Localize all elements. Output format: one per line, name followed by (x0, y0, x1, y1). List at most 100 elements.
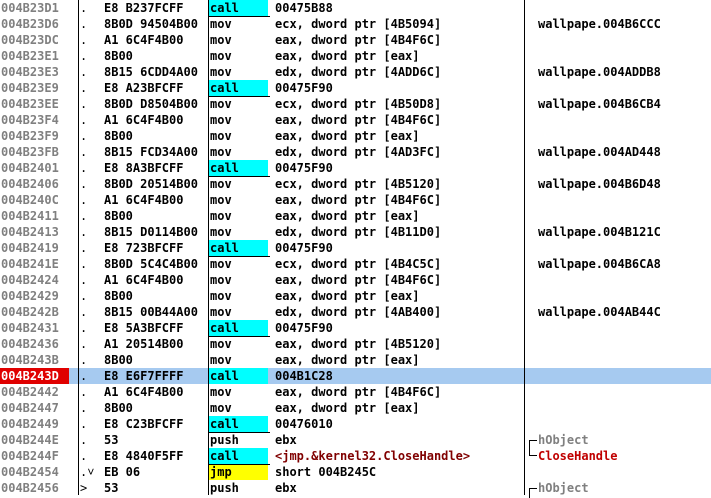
address-cell: 004B2447 (1, 401, 59, 415)
comment-cell: wallpape.004AD448 (538, 145, 661, 159)
instruction-row[interactable]: 004B241E. 8B0D 5C4C4B00 mov ecx, dword ptr … (0, 256, 711, 272)
operands-cell: ecx, dword ptr [4B5120] (275, 177, 442, 191)
operands-cell: eax, dword ptr [eax] (275, 289, 420, 303)
mnemonic-cell: call (209, 368, 268, 384)
address-cell: 004B2442 (1, 385, 59, 399)
mnemonic-cell: call (209, 416, 268, 432)
comment-cell (538, 32, 708, 48)
instruction-row[interactable]: 004B23DC. A1 6C4F4B00 mov eax, dword ptr [4… (0, 32, 711, 48)
instruction-row[interactable]: 004B2431. E8 5A3BFCFF call 00475F90 (0, 320, 711, 336)
instruction-row[interactable]: 004B2436. A1 20514B00 mov eax, dword ptr [4… (0, 336, 711, 352)
hex-dump-cell: E8 A23BFCFF (104, 81, 184, 95)
address-cell: 004B243B (1, 353, 59, 367)
mnemonic-cell: mov (210, 337, 232, 351)
instruction-row[interactable]: 004B23D6. 8B0D 94504B00 mov ecx, dword ptr … (0, 16, 711, 32)
operands-cell: eax, dword ptr [4B4F6C] (275, 273, 442, 287)
call-separator (208, 256, 270, 257)
hex-dump-cell: E8 723BFCFF (104, 241, 184, 255)
mnemonic-cell: call (209, 80, 268, 96)
disassembly-pane[interactable]: 004B23D1. E8 B237FCFF call 00475B88 004B23D6… (0, 0, 711, 498)
instruction-row[interactable]: 004B2449. E8 C23BFCFF call 00476010 (0, 416, 711, 432)
call-separator (208, 432, 270, 433)
comment-cell: wallpape.004B6CCC (538, 17, 661, 31)
operands-cell: 00475F90 (275, 161, 333, 175)
instruction-row[interactable]: 004B244F. E8 4840F5FF call <jmp.&kernel32.C… (0, 448, 711, 464)
hex-dump-cell: E8 5A3BFCFF (104, 321, 184, 335)
mnemonic-cell: mov (210, 145, 232, 159)
instruction-row[interactable]: 004B2419. E8 723BFCFF call 00475F90 (0, 240, 711, 256)
instruction-row[interactable]: 004B23E3. 8B15 6CDD4A00 mov edx, dword ptr … (0, 64, 711, 80)
instruction-row[interactable]: 004B23EE. 8B0D D8504B00 mov ecx, dword ptr … (0, 96, 711, 112)
operands-cell: eax, dword ptr [4B4F6C] (275, 385, 442, 399)
address-cell: 004B2429 (1, 289, 59, 303)
operands-cell: eax, dword ptr [4B4F6C] (275, 113, 442, 127)
hex-dump-cell: 8B15 D0114B00 (104, 225, 198, 239)
comment-cell (538, 288, 708, 304)
instruction-row[interactable]: 004B2429. 8B00 mov eax, dword ptr [eax] (0, 288, 711, 304)
comment-cell (538, 48, 708, 64)
instruction-row[interactable]: 004B2413. 8B15 D0114B00 mov edx, dword ptr … (0, 224, 711, 240)
argument-bracket-top (529, 488, 537, 498)
mnemonic-cell: push (210, 433, 239, 447)
hex-dump-cell: 8B0D 20514B00 (104, 177, 198, 191)
instruction-row[interactable]: 004B243B. 8B00 mov eax, dword ptr [eax] (0, 352, 711, 368)
operands-cell: edx, dword ptr [4AB400] (275, 305, 442, 319)
mnemonic-cell: mov (210, 289, 232, 303)
jump-marker: . (80, 353, 88, 367)
hex-dump-cell: 8B0D D8504B00 (104, 97, 198, 111)
jump-marker: . (80, 65, 88, 79)
argument-bracket-bottom (529, 448, 537, 456)
hex-dump-cell: 53 (104, 481, 119, 495)
jump-marker: > (80, 481, 88, 495)
jump-marker: . (80, 177, 88, 191)
address-cell: 004B2406 (1, 177, 59, 191)
mnemonic-cell: mov (210, 17, 232, 31)
address-column-divider[interactable] (78, 0, 79, 495)
mnemonic-cell: mov (210, 97, 232, 111)
instruction-row[interactable]: 004B23F9. 8B00 mov eax, dword ptr [eax] (0, 128, 711, 144)
hex-column-divider[interactable] (208, 0, 209, 495)
mnemonic-cell: mov (210, 177, 232, 191)
hex-dump-cell: 8B15 FCD34A00 (104, 145, 198, 159)
instruction-row[interactable]: 004B244E. 53 push ebx hObject (0, 432, 711, 448)
comment-cell (538, 272, 708, 288)
operands-cell: ecx, dword ptr [4B4C5C] (275, 257, 442, 271)
mnemonic-cell: push (210, 481, 239, 495)
instruction-row[interactable]: 004B2447. 8B00 mov eax, dword ptr [eax] (0, 400, 711, 416)
comment-cell: wallpape.004B6CA8 (538, 257, 661, 271)
instruction-row[interactable]: 004B2401. E8 8A3BFCFF call 00475F90 (0, 160, 711, 176)
comment-cell (538, 352, 708, 368)
instruction-row[interactable]: 004B2411. 8B00 mov eax, dword ptr [eax] (0, 208, 711, 224)
operands-cell: 00476010 (275, 417, 333, 431)
instruction-row[interactable]: 004B23E9. E8 A23BFCFF call 00475F90 (0, 80, 711, 96)
jump-marker: . (80, 273, 88, 287)
instruction-row[interactable]: 004B2456 >53 push ebx hObject (0, 480, 711, 496)
hex-dump-cell: E8 4840F5FF (104, 449, 184, 463)
mnemonic-cell: mov (210, 65, 232, 79)
instruction-row[interactable]: 004B23D1. E8 B237FCFF call 00475B88 (0, 0, 711, 16)
comment-cell: hObject (538, 433, 589, 447)
instruction-row[interactable]: 004B243D. E8 E6F7FFFF call 004B1C28 (0, 368, 711, 384)
hex-dump-cell: A1 6C4F4B00 (104, 33, 184, 47)
jump-marker: . (80, 209, 88, 223)
jump-marker: . (80, 433, 88, 447)
jump-marker: . (80, 385, 88, 399)
comment-cell (538, 208, 708, 224)
call-separator (208, 16, 270, 17)
comment-cell (538, 400, 708, 416)
instruction-row[interactable]: 004B23FB. 8B15 FCD34A00 mov edx, dword ptr … (0, 144, 711, 160)
instruction-row[interactable]: 004B2454 .˅ EB 06 jmp short 004B245C (0, 464, 711, 480)
instruction-row[interactable]: 004B2424. A1 6C4F4B00 mov eax, dword ptr [4… (0, 272, 711, 288)
address-cell: 004B2401 (1, 161, 59, 175)
jump-marker: . (80, 241, 88, 255)
comment-column-divider[interactable] (524, 0, 525, 495)
instruction-row[interactable]: 004B240C. A1 6C4F4B00 mov eax, dword ptr [4… (0, 192, 711, 208)
address-cell: 004B240C (1, 193, 59, 207)
instruction-row[interactable]: 004B2442. A1 6C4F4B00 mov eax, dword ptr [4… (0, 384, 711, 400)
instruction-row[interactable]: 004B23F4. A1 6C4F4B00 mov eax, dword ptr [4… (0, 112, 711, 128)
address-cell: 004B23F4 (1, 113, 59, 127)
instruction-row[interactable]: 004B23E1. 8B00 mov eax, dword ptr [eax] (0, 48, 711, 64)
comment-cell (538, 160, 708, 176)
instruction-row[interactable]: 004B242B. 8B15 00B44A00 mov edx, dword ptr … (0, 304, 711, 320)
instruction-row[interactable]: 004B2406. 8B0D 20514B00 mov ecx, dword ptr … (0, 176, 711, 192)
